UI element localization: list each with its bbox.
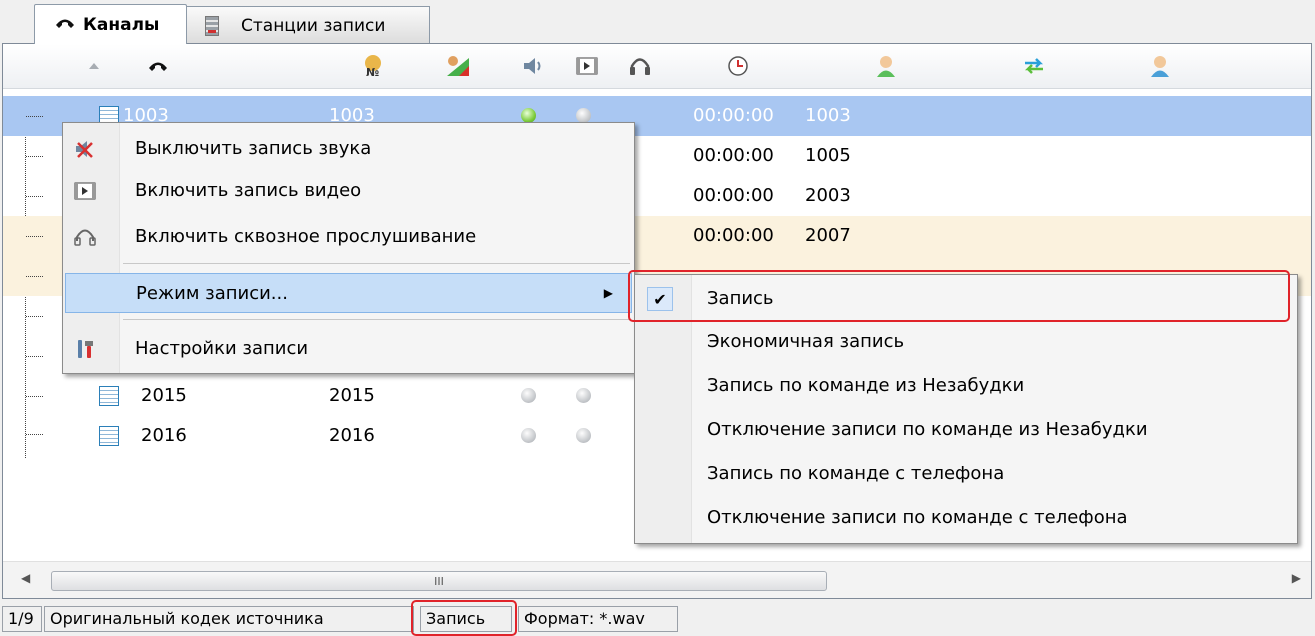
audio-status-led (521, 388, 536, 403)
audio-status-led (521, 108, 536, 123)
submenu-item-label: Запись по команде из Незабудки (707, 375, 1025, 396)
menu-separator (123, 319, 630, 320)
submenu-item-stop-by-phone[interactable]: Отключение записи по команде с телефона (635, 496, 1297, 540)
menu-item-label: Режим записи... (136, 283, 288, 304)
video-status-led (576, 428, 591, 443)
submenu-item-economy[interactable]: Экономичная запись (635, 320, 1297, 364)
menu-item-enable-monitoring[interactable]: Включить сквозное прослушивание (63, 217, 634, 257)
submenu-arrow-icon: ▶ (603, 286, 613, 300)
row-peer: 1005 (805, 145, 851, 166)
highlight-frame (628, 270, 1290, 322)
row-time: 00:00:00 (693, 185, 774, 206)
audio-status-led (521, 428, 536, 443)
tab-label: Станции записи (241, 15, 386, 36)
sort-ascending-icon[interactable] (83, 44, 105, 88)
scroll-left-arrow[interactable]: ◀ (21, 571, 30, 585)
tab-label: Каналы (83, 14, 160, 35)
submenu-item-record-by-command[interactable]: Запись по команде из Незабудки (635, 364, 1297, 408)
tab-strip: Станции записи Каналы (0, 0, 1315, 44)
clock-icon[interactable] (723, 44, 753, 88)
status-format: Формат: *.wav (518, 606, 678, 632)
tab-channels[interactable]: Каналы (34, 4, 187, 44)
menu-item-label: Выключить запись звука (135, 138, 372, 159)
row-peer: 2003 (805, 185, 851, 206)
scroll-grip: III (434, 574, 444, 588)
context-menu: Выключить запись звука Включить запись в… (62, 122, 635, 374)
speaker-icon[interactable] (518, 44, 548, 88)
submenu-item-label: Отключение записи по команде с телефона (707, 507, 1128, 528)
horizontal-scrollbar[interactable]: ◀ III ▶ (3, 561, 1311, 598)
row-time: 00:00:00 (693, 145, 774, 166)
tools-icon (73, 337, 97, 361)
row-time: 00:00:00 (693, 225, 774, 246)
row-number: 2016 (329, 425, 375, 446)
tab-recording-stations[interactable]: Станции записи (186, 6, 430, 44)
device-icon (99, 426, 119, 446)
menu-item-recording-mode[interactable]: Режим записи... ▶ (65, 273, 632, 313)
menu-item-enable-video[interactable]: Включить запись видео (63, 171, 634, 211)
video-status-led (576, 108, 591, 123)
menu-item-label: Настройки записи (135, 338, 309, 359)
grid-header: № (3, 44, 1311, 89)
number-icon[interactable]: № (358, 44, 388, 88)
menu-item-label: Включить сквозное прослушивание (135, 226, 477, 247)
headphones-icon (73, 225, 97, 249)
phone-handset-icon (55, 15, 75, 35)
highlight-frame (411, 600, 517, 636)
scroll-right-arrow[interactable]: ▶ (1292, 571, 1301, 585)
menu-item-disable-audio[interactable]: Выключить запись звука (63, 129, 634, 169)
user-icon[interactable] (871, 44, 901, 88)
status-page: 1/9 (2, 606, 42, 632)
submenu-item-stop-by-command[interactable]: Отключение записи по команде из Незабудк… (635, 408, 1297, 452)
video-status-led (576, 388, 591, 403)
headphones-icon[interactable] (625, 44, 655, 88)
device-icon (99, 386, 119, 406)
submenu-item-label: Отключение записи по команде из Незабудк… (707, 419, 1148, 440)
row-peer: 1003 (805, 105, 851, 126)
speaker-muted-icon (73, 137, 97, 161)
row-name: 2016 (141, 425, 187, 446)
video-icon (73, 179, 97, 203)
menu-item-label: Включить запись видео (135, 180, 362, 201)
scroll-thumb[interactable]: III (51, 571, 827, 591)
row-number: 2015 (329, 385, 375, 406)
signal-level-icon[interactable] (443, 44, 473, 88)
row-name: 2015 (141, 385, 187, 406)
svg-text:№: № (366, 66, 379, 78)
transfer-arrows-icon[interactable] (1019, 44, 1049, 88)
menu-separator (123, 263, 630, 264)
user-icon[interactable] (1145, 44, 1175, 88)
submenu-item-record-by-phone[interactable]: Запись по команде с телефона (635, 452, 1297, 496)
video-icon[interactable] (572, 44, 602, 88)
submenu-item-label: Запись по команде с телефона (707, 463, 1005, 484)
server-icon (205, 15, 219, 36)
phone-handset-icon[interactable] (143, 44, 173, 88)
row-time: 00:00:00 (693, 105, 774, 126)
menu-item-recording-settings[interactable]: Настройки записи (63, 329, 634, 369)
submenu-item-label: Экономичная запись (707, 331, 905, 352)
status-codec: Оригинальный кодек источника (44, 606, 414, 632)
status-bar: 1/9 Оригинальный кодек источника Запись … (0, 600, 1315, 636)
row-peer: 2007 (805, 225, 851, 246)
